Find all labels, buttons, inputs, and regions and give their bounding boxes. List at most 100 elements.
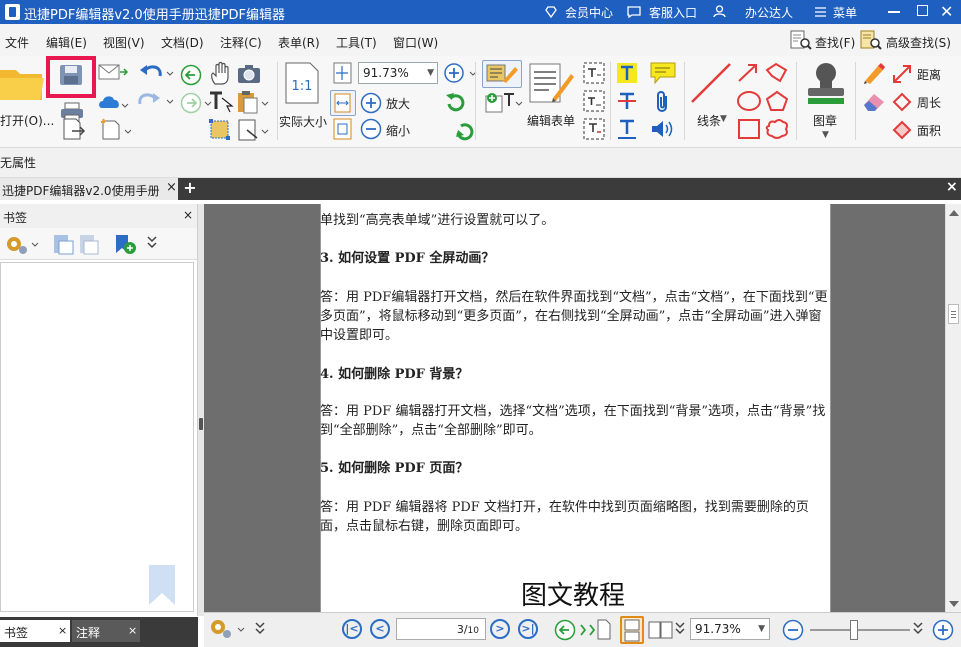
menu-window[interactable]: 窗口(W) [393,34,438,51]
menu-form[interactable]: 表单(R) [278,34,320,51]
scroll-up-arrow-icon[interactable] [949,210,959,216]
add-bookmark-icon[interactable] [52,233,102,255]
expand-more-icon[interactable] [146,235,158,249]
single-page-icon[interactable] [596,619,612,641]
menu-file[interactable]: 文件 [5,34,29,51]
eraser-icon[interactable] [862,90,886,112]
nav-forward-icon[interactable] [578,619,598,641]
menu-view[interactable]: 视图(V) [103,34,145,51]
cloud-shape-tool-icon[interactable] [764,118,790,140]
zoom-slider-thumb[interactable] [850,620,858,640]
line-tool-button[interactable]: 线条 [697,112,721,129]
vertical-scrollbar[interactable] [945,204,961,614]
zoom-in-small-icon[interactable] [932,619,954,641]
tab-bookmarks-close[interactable]: × [58,624,67,637]
maximize-button[interactable] [917,5,928,16]
text-highlight-icon[interactable] [616,62,638,84]
open-folder-icon[interactable] [0,62,44,102]
strikeout-icon[interactable] [616,90,638,112]
attachment-icon[interactable] [654,90,672,114]
redo-icon[interactable] [138,92,174,110]
crop-icon[interactable] [237,118,269,142]
zoom-out-button[interactable]: 缩小 [386,122,410,139]
sound-icon[interactable] [650,118,676,140]
perimeter-button[interactable]: 周长 [917,94,941,111]
user-icon[interactable] [713,5,726,18]
first-page-button[interactable]: |< [342,619,362,639]
fit-visible-icon[interactable] [333,118,353,140]
previous-page-button[interactable]: < [370,619,390,639]
text-field2-icon[interactable] [583,90,605,112]
menu-tools[interactable]: 工具(T) [336,34,377,51]
member-center-link[interactable]: 会员中心 [565,4,613,21]
find-button[interactable]: 查找(F) [815,34,855,51]
fit-page-icon[interactable] [333,62,353,84]
actual-size-icon[interactable]: 1:1 [284,62,320,104]
select-text-icon[interactable] [208,90,234,114]
text-field-icon[interactable] [583,62,605,84]
minimize-button[interactable] [888,11,900,13]
snapshot-icon[interactable] [237,64,261,84]
new-doc-icon[interactable] [100,118,132,140]
nav-more-icon[interactable] [254,621,266,635]
hand-tool-icon[interactable] [210,61,232,86]
tab-annotations-close[interactable]: × [128,624,137,637]
rectangle-tool-icon[interactable] [736,118,762,140]
zoom-more-icon[interactable] [912,621,924,635]
gear-icon[interactable] [4,234,39,256]
back-icon[interactable] [180,64,202,86]
rotate-right-icon[interactable] [444,118,474,141]
actual-size-button[interactable]: 实际大小 [279,113,327,130]
close-window-button[interactable]: ✕ [940,2,953,21]
last-page-button[interactable]: >| [518,619,538,639]
edit-form-button[interactable]: 编辑表单 [527,112,575,129]
menu-comment[interactable]: 注释(C) [220,34,262,51]
close-all-tabs-button[interactable]: × [946,179,958,195]
area-button[interactable]: 面积 [917,122,941,139]
panel-close-button[interactable]: × [183,208,193,222]
line-tool-icon[interactable] [688,62,734,104]
edit-form-icon[interactable] [527,62,575,104]
page-number-field[interactable]: 3/10 [396,618,486,640]
undo-icon[interactable] [140,64,174,82]
polyline-tool-icon[interactable] [764,62,790,84]
menu-document[interactable]: 文档(D) [161,34,204,51]
underline-icon[interactable] [616,118,638,140]
zoom-select[interactable]: 91.73% ▼ [358,62,438,84]
page-layout-more-icon[interactable] [674,621,686,635]
paste-icon[interactable] [237,90,269,114]
ellipse-tool-icon[interactable] [736,90,762,112]
advanced-find-button[interactable]: 高级查找(S) [886,34,951,51]
nav-back-icon[interactable] [554,619,576,641]
new-bookmark-icon[interactable] [114,233,138,255]
fit-width-button[interactable] [330,90,356,116]
pencil-icon[interactable] [862,62,886,84]
scroll-down-arrow-icon[interactable] [949,601,959,607]
document-tab[interactable]: 迅捷PDF编辑器v2.0使用手册 [0,178,178,200]
tab-close-button[interactable]: × [166,180,177,195]
cloud-icon[interactable] [98,92,129,110]
open-button[interactable]: 打开(O)... [0,112,54,129]
main-menu-button[interactable]: 菜单 [833,4,857,21]
stamp-icon[interactable] [804,60,848,106]
facing-pages-icon[interactable] [648,620,674,640]
add-text-icon[interactable] [484,90,524,114]
text-field3-icon[interactable] [583,118,605,140]
zoom-in-button[interactable]: 放大 [386,95,410,112]
zoom-slider-track[interactable] [810,629,910,631]
save-icon[interactable] [59,64,83,86]
settings-gear-icon[interactable] [208,617,245,641]
email-icon[interactable] [98,62,129,82]
continuous-page-button[interactable] [620,616,644,644]
zoom-out-small-icon[interactable] [782,619,804,641]
support-link[interactable]: 客服入口 [649,4,697,21]
export-doc-icon[interactable] [62,118,88,140]
scroll-thumb[interactable] [948,304,959,324]
arrow-tool-icon[interactable] [736,62,762,84]
rotate-left-icon[interactable] [444,92,466,112]
office-user-link[interactable]: 办公达人 [745,4,793,21]
stamp-button[interactable]: 图章 [813,112,837,129]
distance-button[interactable]: 距离 [917,66,941,83]
select-object-icon[interactable] [208,118,232,142]
polygon-tool-icon[interactable] [764,90,790,112]
